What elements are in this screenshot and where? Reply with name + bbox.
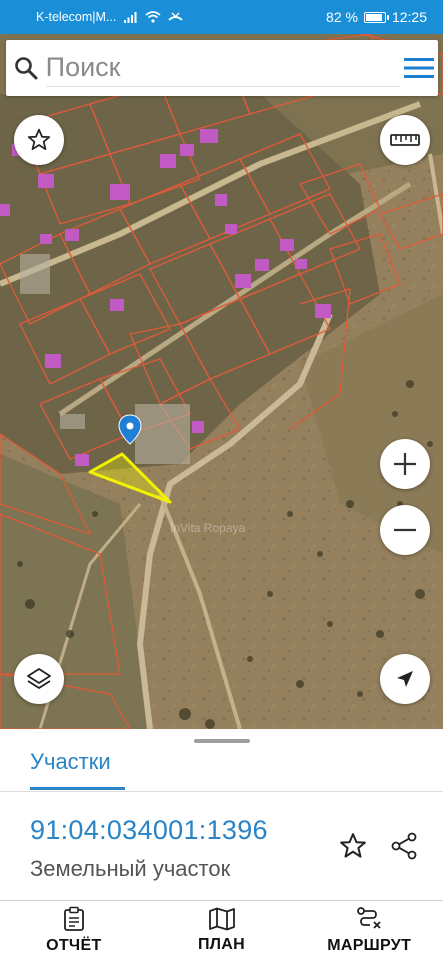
status-right: 82 % 12:25 — [326, 9, 427, 25]
status-bar: K-telecom|M... 82 % 12:25 — [0, 0, 443, 34]
layers-button[interactable] — [14, 654, 64, 704]
search-icon — [15, 57, 38, 80]
nav-route-label: МАРШРУТ — [327, 937, 412, 954]
ruler-button[interactable] — [380, 115, 430, 165]
search-bar — [6, 40, 438, 96]
parcel-info-sheet: Участки 91:04:034001:1396 Земельный учас… — [0, 729, 443, 900]
search-input[interactable] — [45, 49, 400, 87]
zoom-in-button[interactable] — [380, 439, 430, 489]
app-screen: K-telecom|M... 82 % 12:25 InVita Ropaya … — [0, 0, 443, 960]
cadastral-number[interactable]: 91:04:034001:1396 — [30, 815, 268, 846]
nav-report[interactable]: ОТЧЁТ — [0, 901, 148, 960]
menu-button[interactable] — [400, 57, 438, 79]
report-clipboard-icon — [63, 906, 84, 931]
wifi-icon — [145, 11, 161, 23]
zoom-out-button[interactable] — [380, 505, 430, 555]
locate-button[interactable] — [380, 654, 430, 704]
share-icon — [391, 832, 417, 860]
map-plan-icon — [208, 907, 235, 931]
status-icons — [124, 11, 183, 23]
battery-icon — [363, 11, 389, 23]
parcel-type: Земельный участок — [30, 856, 231, 881]
favorite-map-button[interactable] — [14, 115, 64, 165]
star-icon — [27, 128, 51, 151]
clock: 12:25 — [391, 9, 427, 25]
tab-parcels[interactable]: Участки — [30, 749, 111, 775]
plus-icon — [394, 453, 416, 475]
map-view[interactable]: InVita Ropaya — [0, 34, 443, 729]
battery-percent: 82 % — [326, 9, 358, 25]
bottom-navigation: ОТЧЁТ ПЛАН МАРШРУТ — [0, 900, 443, 960]
carrier-name: K-telecom|M... — [36, 10, 117, 24]
layers-icon — [27, 668, 51, 689]
search-button[interactable] — [6, 55, 46, 81]
nav-plan[interactable]: ПЛАН — [148, 901, 296, 960]
nav-plan-label: ПЛАН — [197, 936, 246, 953]
minus-icon — [394, 528, 416, 532]
share-button[interactable] — [387, 829, 421, 863]
map-watermark: InVita Ropaya — [170, 521, 246, 535]
hamburger-menu-icon — [403, 58, 434, 78]
ruler-icon — [390, 134, 420, 146]
satellite-map — [0, 34, 443, 729]
missed-call-icon — [168, 12, 183, 21]
add-favorite-button[interactable] — [336, 829, 370, 863]
nav-route[interactable]: МАРШРУТ — [295, 901, 443, 960]
route-icon — [357, 907, 381, 929]
sheet-divider — [0, 791, 443, 792]
tab-active-indicator — [30, 787, 125, 790]
star-icon — [340, 833, 366, 858]
sheet-drag-handle[interactable] — [194, 739, 250, 743]
nav-report-label: ОТЧЁТ — [46, 937, 102, 954]
signal-icon — [124, 11, 137, 23]
navigation-arrow-icon — [397, 671, 413, 687]
